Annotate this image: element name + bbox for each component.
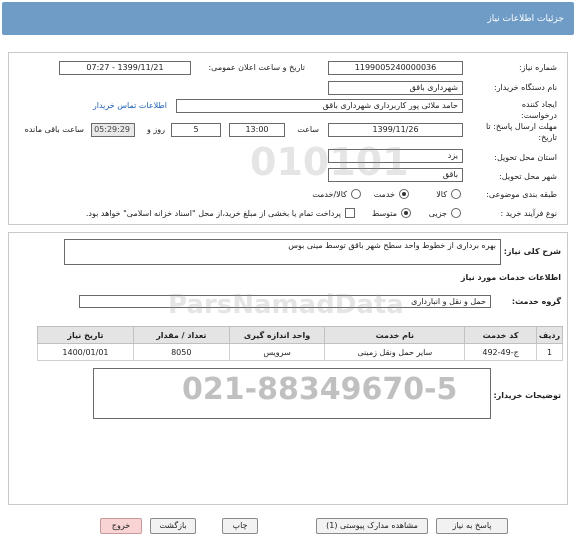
category-radio-goods-service[interactable]: [351, 189, 361, 199]
process-label: نوع فرآیند خرید :: [500, 209, 557, 218]
buyer-org-label: نام دستگاه خریدار:: [494, 83, 557, 92]
services-table: ردیف کد خدمت نام خدمت واحد اندازه گیری ت…: [37, 326, 563, 361]
cell-unit: سرویس: [228, 343, 326, 361]
need-info-panel: شماره نیاز: 1199005240000036 تاریخ و ساع…: [8, 52, 568, 225]
announce-label: تاریخ و ساعت اعلان عمومی:: [208, 63, 305, 72]
cell-code: ج-49-492: [464, 343, 538, 361]
province-label: استان محل تحویل:: [494, 153, 557, 162]
table-row: 1 ج-49-492 سایر حمل ونقل زمینی سرویس 805…: [37, 343, 563, 361]
buyer-notes-label: توضیحات خریدار:: [493, 391, 561, 400]
category-option-service: خدمت: [373, 190, 395, 199]
deadline-date-field: 1399/11/26: [328, 123, 463, 137]
services-panel: شرح کلی نیاز: بهره برداری از خطوط واحد س…: [8, 232, 568, 505]
deadline-time-field: 13:00: [229, 123, 285, 137]
cell-name: سایر حمل ونقل زمینی: [324, 343, 466, 361]
watermark-phone: 021-88349670-5: [182, 372, 458, 407]
announce-field: 1399/11/21 - 07:27: [59, 61, 191, 75]
reply-button[interactable]: پاسخ به نیاز: [436, 518, 508, 534]
col-code: کد خدمت: [464, 326, 538, 344]
need-number-label: شماره نیاز:: [519, 63, 557, 72]
cell-row: 1: [536, 343, 563, 361]
page-header: جزئیات اطلاعات نیاز: [2, 2, 574, 35]
watermark-number: 010101: [250, 140, 409, 184]
category-radio-service[interactable]: [399, 189, 409, 199]
remaining-time-label: ساعت باقی مانده: [24, 125, 84, 134]
col-quantity: تعداد / مقدار: [132, 326, 230, 344]
description-label: شرح کلی نیاز:: [503, 247, 561, 256]
services-section-title: اطلاعات خدمات مورد نیاز: [460, 273, 561, 282]
buyer-org-field: شهرداری باقق: [328, 81, 463, 95]
city-label: شهر محل تحویل:: [499, 172, 557, 181]
page-title: جزئیات اطلاعات نیاز: [487, 14, 564, 24]
deadline-time-label: ساعت: [297, 125, 319, 134]
process-radio-minor[interactable]: [451, 208, 461, 218]
cell-quantity: 8050: [132, 343, 230, 361]
days-field: 5: [171, 123, 221, 137]
treasury-note: پرداخت تمام یا بخشی از مبلغ خرید،از محل …: [85, 209, 341, 218]
remaining-time-field: 05:29:29: [91, 123, 135, 137]
treasury-checkbox[interactable]: [345, 208, 355, 218]
watermark-brand: ParsNamadData: [168, 290, 404, 320]
contact-info-link[interactable]: اطلاعات تماس خریدار: [93, 101, 167, 110]
service-group-label: گروه خدمت:: [511, 297, 561, 306]
category-label: طبقه بندی موضوعی:: [486, 190, 557, 199]
table-header-row: ردیف کد خدمت نام خدمت واحد اندازه گیری ت…: [37, 326, 563, 344]
col-unit: واحد اندازه گیری: [228, 326, 326, 344]
category-option-goods: کالا: [436, 190, 447, 199]
cell-date: 1400/01/01: [37, 343, 134, 361]
exit-button[interactable]: خروج: [100, 518, 142, 534]
creator-label: ایجاد کننده درخواست:: [521, 100, 557, 120]
print-button[interactable]: چاپ: [222, 518, 258, 534]
attachments-button[interactable]: مشاهده مدارک پیوستی (1): [316, 518, 428, 534]
need-number-field: 1199005240000036: [328, 61, 463, 75]
col-name: نام خدمت: [324, 326, 466, 344]
process-radio-medium[interactable]: [401, 208, 411, 218]
process-option-minor: جزیی: [428, 209, 447, 218]
category-option-goods-service: کالا/خدمت: [312, 190, 347, 199]
deadline-label: مهلت ارسال پاسخ: تا تاریخ:: [485, 122, 557, 142]
creator-field: حامد ملائی پور کاربرداری شهرداری باقق: [176, 99, 463, 113]
back-button[interactable]: بازگشت: [150, 518, 196, 534]
category-radio-goods[interactable]: [451, 189, 461, 199]
col-row: ردیف: [536, 326, 563, 344]
process-option-medium: متوسط: [371, 209, 397, 218]
days-label: روز و: [147, 125, 165, 134]
col-date: تاریخ نیاز: [37, 326, 134, 344]
description-field: بهره برداری از خطوط واحد سطح شهر باقق تو…: [64, 239, 501, 265]
